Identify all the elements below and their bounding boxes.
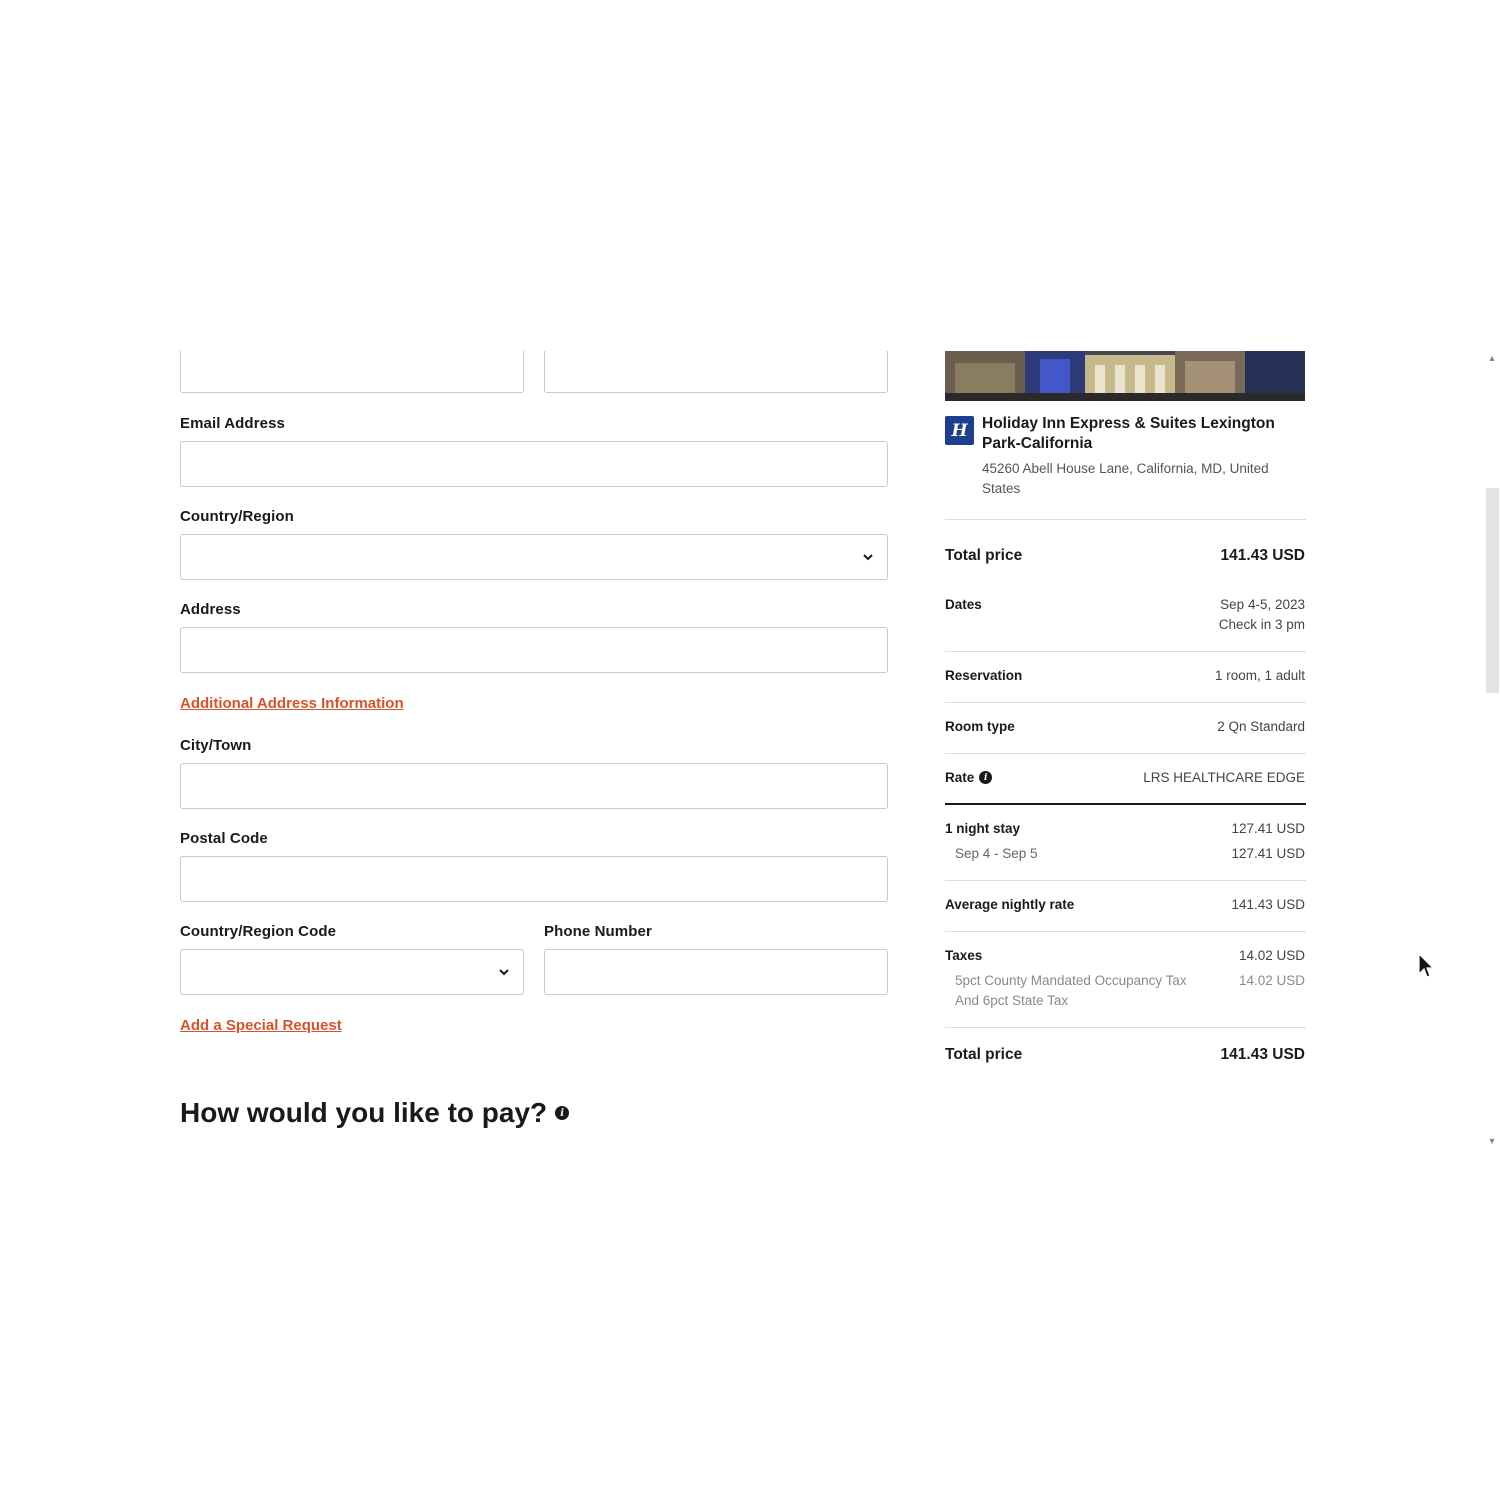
summary-divider (945, 651, 1306, 652)
hotel-name: Holiday Inn Express & Suites Lexington P… (982, 415, 1275, 452)
stay-label: 1 night stay (945, 821, 1021, 836)
city-label: City/Town (180, 737, 252, 754)
reservation-label: Reservation (945, 668, 1023, 683)
scroll-down-arrow-icon[interactable]: ▼ (1487, 1136, 1497, 1146)
summary-divider (945, 931, 1306, 932)
summary-divider (945, 880, 1306, 881)
taxes-label: Taxes (945, 948, 983, 963)
additional-address-link[interactable]: Additional Address Information (180, 695, 404, 712)
stay-dates-value: 127.41 USD (1231, 846, 1305, 861)
avg-rate-label: Average nightly rate (945, 897, 1075, 912)
rate-label: Rate i (945, 770, 993, 785)
summary-divider (945, 702, 1306, 703)
scroll-up-arrow-icon[interactable]: ▲ (1487, 353, 1497, 363)
summary-divider (945, 753, 1306, 754)
first-name-input[interactable] (180, 351, 524, 393)
country-label: Country/Region (180, 508, 294, 525)
info-icon[interactable]: i (555, 1106, 570, 1120)
stay-dates: Sep 4 - Sep 5 (955, 846, 1038, 861)
phone-label: Phone Number (544, 923, 652, 940)
summary-divider (945, 519, 1306, 520)
total-price-value: 141.43 USD (1220, 547, 1305, 564)
final-total-label: Total price (945, 1046, 1023, 1063)
total-price-label: Total price (945, 547, 1023, 564)
country-select[interactable] (180, 534, 888, 580)
email-label: Email Address (180, 415, 285, 432)
mouse-cursor-icon (1418, 953, 1434, 978)
room-type-value: 2 Qn Standard (1217, 719, 1305, 734)
hotel-brand-logo: H (945, 416, 974, 445)
postal-code-label: Postal Code (180, 830, 268, 847)
reservation-value: 1 room, 1 adult (1214, 668, 1305, 683)
summary-divider (945, 1027, 1306, 1028)
dates-label: Dates (945, 597, 982, 612)
address-input[interactable] (180, 627, 888, 673)
final-total-value: 141.43 USD (1220, 1046, 1305, 1063)
page-scrollbar[interactable]: ▲ ▼ (1484, 351, 1500, 1148)
tax-detail: 5pct County Mandated Occupancy Tax And 6… (955, 973, 1187, 1008)
city-input[interactable] (180, 763, 888, 809)
chevron-down-icon (499, 969, 509, 976)
email-input[interactable] (180, 441, 888, 487)
postal-code-input[interactable] (180, 856, 888, 902)
country-code-label: Country/Region Code (180, 923, 337, 940)
phone-input[interactable] (544, 949, 888, 995)
dates-value: Sep 4-5, 2023 (1220, 597, 1305, 612)
taxes-value: 14.02 USD (1238, 948, 1305, 963)
stay-value: 127.41 USD (1231, 821, 1305, 836)
scroll-thumb[interactable] (1486, 488, 1499, 693)
payment-heading-text: How would you like to pay? (180, 1097, 548, 1128)
avg-rate-value: 141.43 USD (1231, 897, 1305, 912)
payment-heading: How would you like to pay? i (180, 1097, 570, 1129)
chevron-down-icon (863, 554, 873, 561)
rate-value: LRS HEALTHCARE EDGE (1143, 770, 1305, 785)
rate-label-text: Rate (945, 770, 975, 785)
last-name-input[interactable] (544, 351, 888, 393)
summary-divider-bold (945, 803, 1306, 805)
checkin-value: Check in 3 pm (1218, 617, 1305, 632)
rate-info-icon[interactable]: i (979, 771, 993, 784)
address-label: Address (180, 601, 241, 618)
hotel-photo-graphic (945, 351, 1305, 401)
hotel-photo (945, 351, 1305, 401)
hotel-address: 45260 Abell House Lane, California, MD, … (982, 461, 1269, 496)
tax-detail-value: 14.02 USD (1238, 973, 1305, 988)
special-request-link[interactable]: Add a Special Request (180, 1017, 342, 1034)
room-type-label: Room type (945, 719, 1015, 734)
checkout-viewport: Email Address Country/Region Address Add… (0, 351, 1500, 1148)
country-code-select[interactable] (180, 949, 524, 995)
